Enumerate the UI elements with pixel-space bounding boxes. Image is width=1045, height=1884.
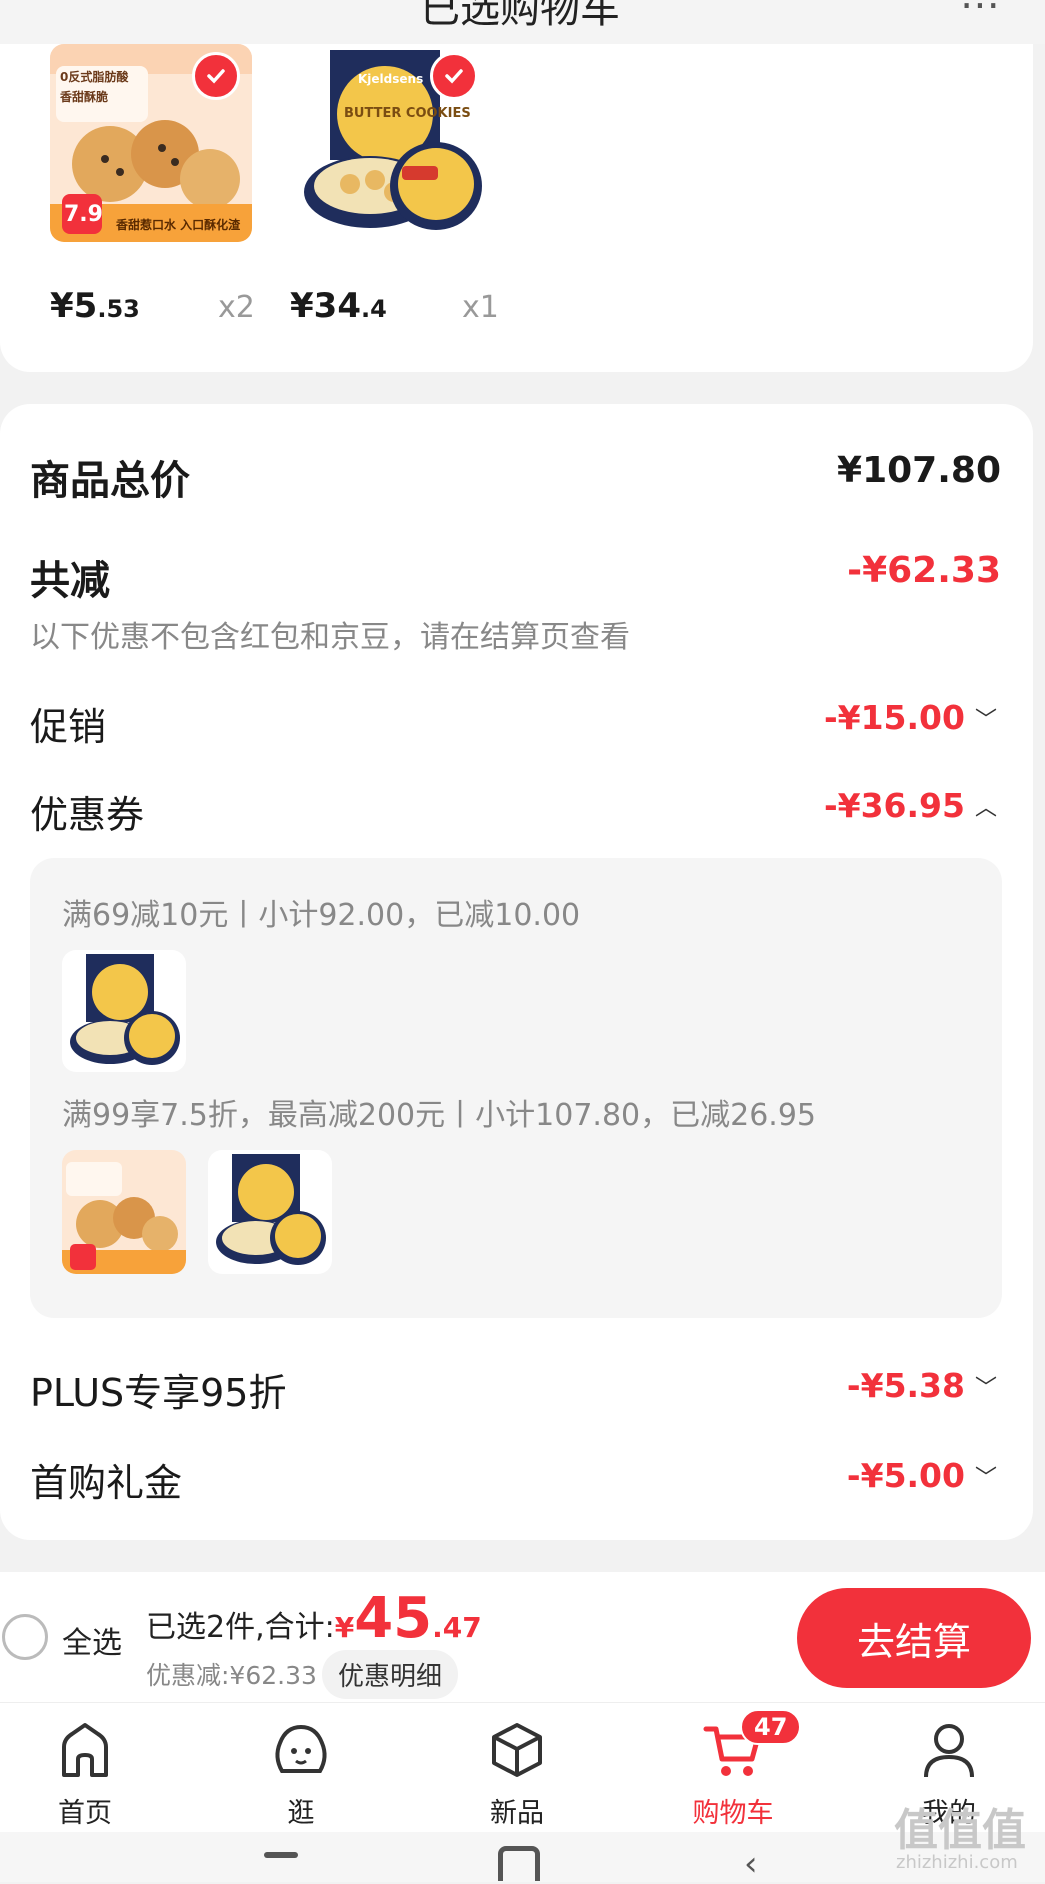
product-2-checkbox[interactable] <box>430 52 478 100</box>
selected-count-text: 已选2件,合计: <box>146 1610 335 1645</box>
coupon-rule-2: 满99享7.5折，最高减200元丨小计107.80，已减26.95 <box>62 1098 816 1133</box>
nav-back-icon[interactable]: ‹ <box>744 1844 758 1884</box>
tab-browse-label: 逛 <box>287 1798 315 1829</box>
discount-value: -¥62.33 <box>847 550 1001 591</box>
coupon-label: 优惠券 <box>30 793 145 837</box>
product-2-price: ¥34.4 <box>290 286 387 326</box>
plus-row-toggle[interactable]: -¥5.38 ﹀ <box>847 1366 997 1405</box>
butter-cookie-tin-image <box>216 1154 326 1265</box>
discount-total-text: 优惠减:¥62.33 <box>146 1661 317 1690</box>
discount-note: 以下优惠不包含红包和京豆，请在结算页查看 <box>30 620 630 655</box>
chevron-down-icon: ﹀ <box>974 1465 997 1491</box>
browse-icon <box>275 1724 327 1773</box>
tab-new-label: 新品 <box>490 1798 544 1829</box>
amount-dec: .47 <box>432 1611 482 1644</box>
gift-row-toggle[interactable]: -¥5.00 ﹀ <box>847 1456 997 1495</box>
amount-int: 45 <box>354 1586 433 1651</box>
chevron-down-icon: ﹀ <box>974 1375 997 1401</box>
chevron-up-icon: ︿ <box>974 795 997 821</box>
coupon-rule-1: 满69减10元丨小计92.00，已减10.00 <box>62 898 581 933</box>
promo-label: 促销 <box>30 705 107 749</box>
cube-icon <box>492 1723 542 1777</box>
promo-value: -¥15.00 <box>823 698 965 737</box>
product-1-qty: x2 <box>218 290 255 325</box>
tin-text: BUTTER COOKIES <box>344 106 471 121</box>
check-icon <box>207 69 225 84</box>
select-all-radio[interactable] <box>2 1614 48 1660</box>
amount-currency: ¥ <box>334 1611 355 1644</box>
gift-value: -¥5.00 <box>846 1456 965 1495</box>
check-icon <box>445 69 463 84</box>
discount-label: 共减 <box>30 558 110 604</box>
top-bar: 已选购物车 ⋯ <box>0 0 1045 44</box>
tab-cart-label: 购物车 <box>692 1798 774 1829</box>
system-nav-bar: ‹ <box>0 1832 1045 1884</box>
page-title: 已选购物车 <box>420 0 620 32</box>
butter-cookie-tin-image <box>70 954 180 1065</box>
selected-products-card: 0反式脂肪酸 香甜酥脆 7.9 香甜惹口水 入口酥化渣 Kjeldsens BU… <box>0 44 1033 372</box>
selected-summary: 已选2件,合计: ¥ 45 .47 <box>146 1586 482 1651</box>
nav-home-icon[interactable] <box>498 1846 540 1881</box>
tab-home[interactable]: 首页 <box>20 1717 150 1830</box>
watermark: 值值值 <box>894 1805 1026 1856</box>
product-2-qty: x1 <box>462 290 499 325</box>
user-icon <box>924 1724 974 1778</box>
gift-label: 首购礼金 <box>30 1461 183 1505</box>
promo-caption: 香甜惹口水 入口酥化渣 <box>116 218 241 232</box>
coupon-2-product-thumb-2[interactable] <box>208 1150 332 1274</box>
plus-value: -¥5.38 <box>846 1366 965 1405</box>
discount-detail-button[interactable]: 优惠明细 <box>322 1650 459 1699</box>
chevron-down-icon: ﹀ <box>974 707 997 733</box>
plus-label: PLUS专享95折 <box>30 1371 287 1415</box>
tab-bar: 首页 逛 新品 购物车 47 我的 <box>0 1702 1045 1833</box>
coupon-2-product-thumb-1[interactable] <box>62 1150 186 1274</box>
banner-text-1: 0反式脂肪酸 <box>60 70 129 84</box>
cart-count-badge: 47 <box>740 1709 802 1745</box>
more-icon[interactable]: ⋯ <box>960 0 1000 28</box>
total-value: ¥107.80 <box>837 450 1001 491</box>
cookie-image <box>62 1150 186 1274</box>
coupon-value: -¥36.95 <box>823 786 965 825</box>
product-1-price: ¥5.53 <box>50 286 140 326</box>
tab-browse[interactable]: 逛 <box>236 1717 366 1830</box>
home-icon <box>62 1723 108 1777</box>
tab-new[interactable]: 新品 <box>452 1717 582 1830</box>
tab-home-label: 首页 <box>58 1798 112 1829</box>
product-1-checkbox[interactable] <box>192 52 240 100</box>
total-label: 商品总价 <box>30 458 190 504</box>
tin-brand: Kjeldsens <box>358 72 424 86</box>
checkout-button[interactable]: 去结算 <box>797 1588 1031 1688</box>
banner-text-2: 香甜酥脆 <box>60 90 109 104</box>
promo-price: 7.9 <box>64 202 103 227</box>
watermark-url: zhizhizhi.com <box>896 1852 1018 1873</box>
nav-menu-icon[interactable] <box>264 1852 298 1858</box>
select-all-label[interactable]: 全选 <box>62 1618 122 1662</box>
promo-row-toggle[interactable]: -¥15.00 ﹀ <box>824 698 997 737</box>
coupon-1-product-thumb[interactable] <box>62 950 186 1072</box>
coupon-row-toggle[interactable]: -¥36.95 ︿ <box>824 786 997 825</box>
